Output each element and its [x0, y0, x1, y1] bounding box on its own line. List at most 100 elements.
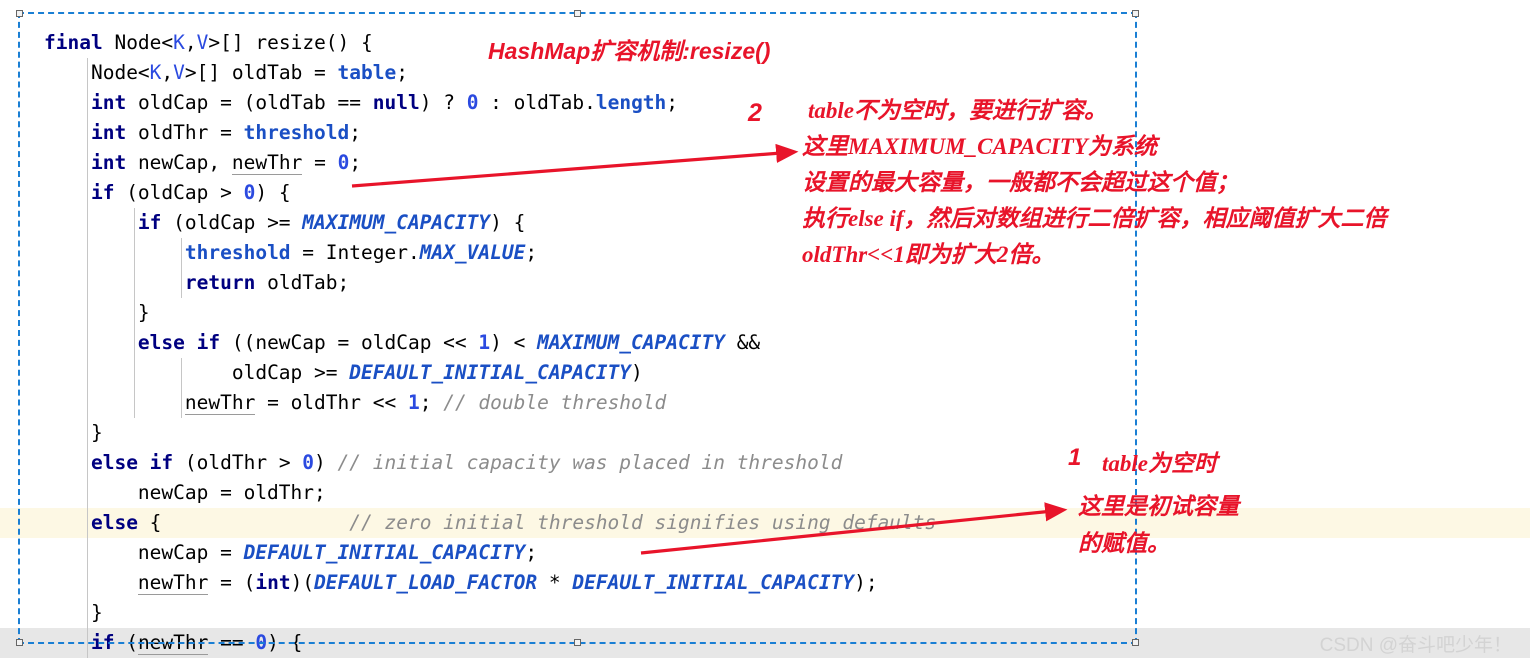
code-token-kw: int: [90, 151, 127, 174]
code-token-plain: *: [537, 571, 573, 594]
code-token-const: DEFAULT_LOAD_FACTOR: [314, 571, 538, 594]
code-token-plain: newCap,: [126, 151, 232, 174]
code-line[interactable]: int newCap, newThr = 0;: [0, 148, 1530, 178]
code-token-gen: V: [196, 31, 209, 54]
code-line[interactable]: int oldCap = (oldTab == null) ? 0 : oldT…: [0, 88, 1530, 118]
code-token-plain: ;: [666, 91, 679, 114]
code-line[interactable]: newThr = (int)(DEFAULT_LOAD_FACTOR * DEF…: [0, 568, 1530, 598]
csdn-watermark: CSDN @奋斗吧少年！: [1319, 635, 1512, 656]
indent-guide: [86, 58, 88, 658]
indent-guide: [180, 238, 182, 298]
code-token-kw: return: [184, 271, 256, 294]
code-token-plain: = oldThr <<: [255, 391, 408, 414]
code-line[interactable]: }: [0, 598, 1530, 628]
code-line[interactable]: newCap = DEFAULT_INITIAL_CAPACITY;: [0, 538, 1530, 568]
code-token-field: table: [337, 61, 397, 84]
code-line[interactable]: else if (oldThr > 0) // initial capacity…: [0, 448, 1530, 478]
code-token-kw: int: [90, 121, 127, 144]
code-token-plain: = Integer.: [290, 241, 420, 264]
code-token-plain: oldCap >=: [231, 361, 350, 384]
code-token-plain: (oldThr >: [173, 451, 303, 474]
code-block[interactable]: final Node<K,V>[] resize() { Node<K,V>[]…: [0, 28, 1530, 658]
code-line[interactable]: }: [0, 418, 1530, 448]
code-token-plain: )(: [290, 571, 315, 594]
code-token-plain: Node<: [90, 61, 150, 84]
code-token-kw: else: [90, 511, 138, 534]
code-token-gen: K: [173, 31, 185, 54]
code-line[interactable]: int oldThr = threshold;: [0, 118, 1530, 148]
selection-handle-top-right[interactable]: [1132, 10, 1139, 17]
code-token-const: DEFAULT_INITIAL_CAPACITY: [349, 361, 632, 384]
code-token-plain: (oldCap >=: [161, 211, 303, 234]
code-token-plain: ==: [208, 631, 256, 654]
code-line[interactable]: else if ((newCap = oldCap << 1) < MAXIMU…: [0, 328, 1530, 358]
code-token-plain: ,: [184, 31, 197, 54]
code-token-cmt: // initial capacity was placed in thresh…: [337, 451, 843, 474]
code-token-const: DEFAULT_INITIAL_CAPACITY: [572, 571, 855, 594]
code-token-kw: int: [255, 571, 291, 594]
code-line[interactable]: final Node<K,V>[] resize() {: [0, 28, 1530, 58]
code-token-num: 0: [302, 451, 315, 474]
code-line[interactable]: return oldTab;: [0, 268, 1530, 298]
selection-handle-top-middle[interactable]: [573, 10, 581, 17]
selection-handle-top-left[interactable]: [16, 10, 23, 17]
indent-guide: [180, 358, 182, 418]
code-token-plain: ) ?: [419, 91, 467, 114]
code-line[interactable]: if (newThr == 0) {: [0, 628, 1530, 658]
code-token-num: 1: [407, 391, 420, 414]
code-token-plain: &&: [724, 331, 761, 354]
code-line[interactable]: threshold = Integer.MAX_VALUE;: [0, 238, 1530, 268]
code-token-plain: ,: [161, 61, 174, 84]
code-token-plain: ;: [349, 151, 362, 174]
code-token-plain: ) {: [490, 211, 526, 234]
code-token-plain: ): [631, 361, 643, 384]
code-token-plain: ) <: [490, 331, 538, 354]
code-token-plain: >[] oldTab =: [184, 61, 338, 84]
code-token-plain: (oldCap >: [114, 181, 244, 204]
code-token-kw: final: [44, 31, 103, 54]
code-editor-canvas: final Node<K,V>[] resize() { Node<K,V>[]…: [0, 0, 1530, 667]
code-line[interactable]: if (oldCap > 0) {: [0, 178, 1530, 208]
code-line[interactable]: }: [0, 298, 1530, 328]
code-line[interactable]: oldCap >= DEFAULT_INITIAL_CAPACITY): [0, 358, 1530, 388]
code-token-plain: ;: [396, 61, 408, 84]
code-token-plain: }: [90, 421, 103, 444]
code-token-plain: >[] resize() {: [208, 31, 373, 54]
code-token-plain: =: [302, 151, 338, 174]
code-token-plain: ;: [349, 121, 362, 144]
code-token-num: 0: [255, 631, 268, 654]
code-token-plain: = (: [208, 571, 256, 594]
code-token-cmt: // zero initial threshold signifies usin…: [349, 511, 937, 534]
code-token-gen: K: [149, 61, 162, 84]
code-line[interactable]: Node<K,V>[] oldTab = table;: [0, 58, 1530, 88]
code-token-plain: oldCap = (oldTab ==: [126, 91, 373, 114]
code-line[interactable]: else { // zero initial threshold signifi…: [0, 508, 1530, 538]
code-token-warnvar: newThr: [231, 151, 303, 175]
code-token-kw: if: [90, 181, 115, 204]
code-token-plain: }: [137, 301, 150, 324]
code-line[interactable]: if (oldCap >= MAXIMUM_CAPACITY) {: [0, 208, 1530, 238]
indent-guide: [133, 208, 135, 418]
code-token-plain: newCap = oldThr;: [137, 481, 326, 504]
code-token-plain: );: [854, 571, 878, 594]
code-line[interactable]: newThr = oldThr << 1; // double threshol…: [0, 388, 1530, 418]
code-token-warnvar: newThr: [137, 631, 209, 655]
code-token-plain: ;: [419, 391, 444, 414]
code-line[interactable]: newCap = oldThr;: [0, 478, 1530, 508]
code-token-cmt: // double threshold: [443, 391, 667, 414]
